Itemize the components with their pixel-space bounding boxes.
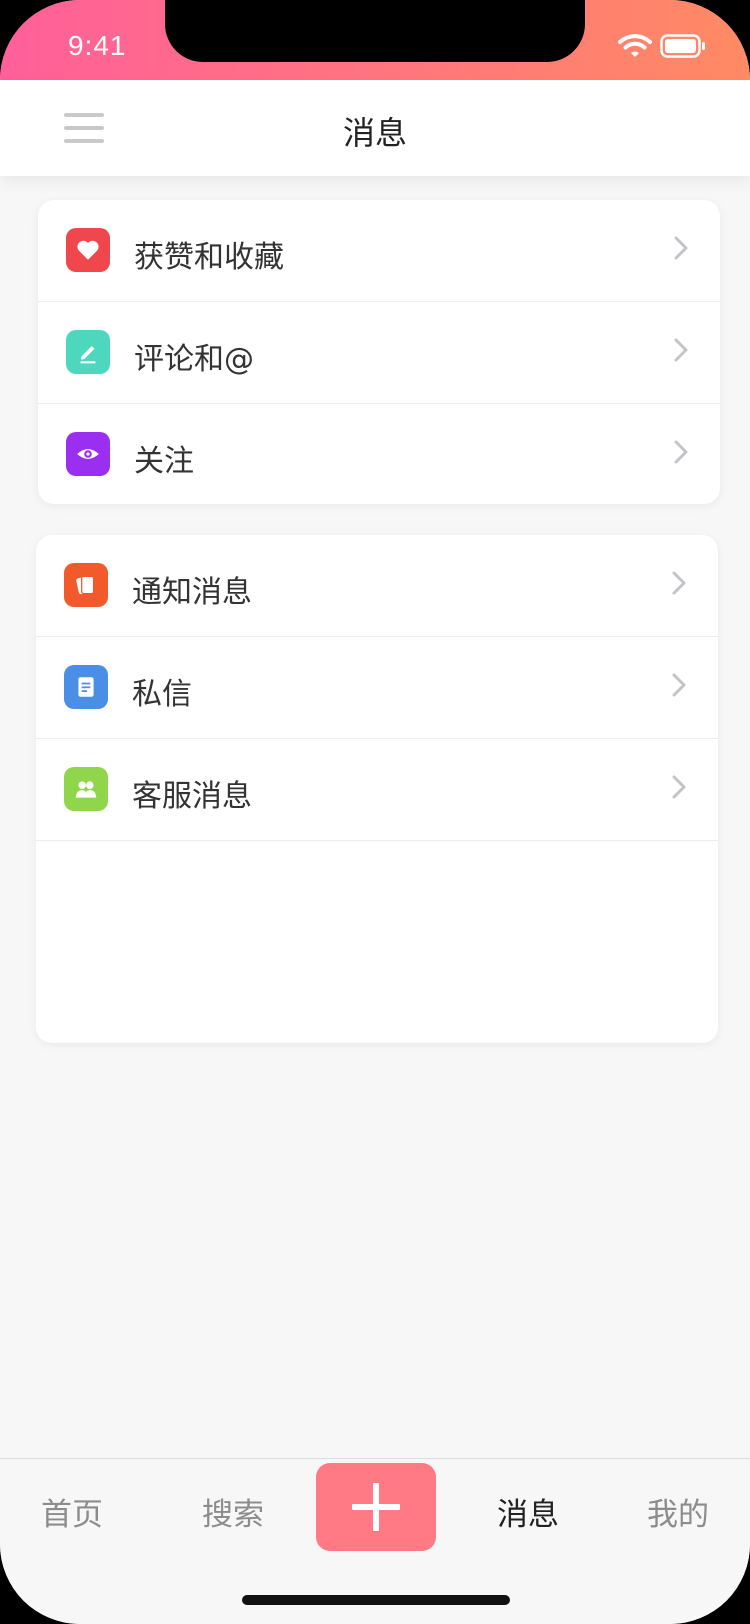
list-item-customer-service[interactable]: 客服消息 (36, 739, 718, 841)
list-item-likes-collections[interactable]: 获赞和收藏 (38, 200, 720, 302)
chevron-right-icon (672, 673, 686, 697)
list-item-label: 通知消息 (132, 575, 252, 610)
device-notch (165, 0, 585, 62)
status-time: 9:41 (68, 30, 127, 61)
page-title: 消息 (342, 114, 407, 152)
tab-home[interactable]: 首页 (17, 1489, 127, 1534)
users-icon (64, 767, 108, 811)
tab-search[interactable]: 搜索 (178, 1489, 288, 1534)
message-group-interactions: 获赞和收藏 评论和@ 关注 (38, 200, 720, 504)
chevron-right-icon (674, 236, 688, 260)
list-item-label: 客服消息 (132, 779, 252, 814)
status-bar: 9:41 (0, 0, 750, 80)
tab-me[interactable]: 我的 (623, 1489, 733, 1534)
list-item-label: 私信 (132, 677, 192, 712)
chevron-right-icon (674, 338, 688, 362)
cards-icon (64, 563, 108, 607)
list-item-label: 关注 (134, 444, 194, 479)
list-item-label: 获赞和收藏 (134, 240, 284, 275)
phone-screen: 9:41 消息 获赞和收藏 评论和@ 关注 通知消息 私信 客服消息 首页 搜索… (0, 0, 750, 1624)
message-group-system: 通知消息 私信 客服消息 (36, 535, 718, 1043)
home-indicator (242, 1595, 510, 1605)
list-item-comments-mentions[interactable]: 评论和@ (38, 302, 720, 404)
eye-icon (66, 432, 110, 476)
tab-bar: 首页 搜索 消息 我的 (0, 1458, 750, 1624)
add-post-button[interactable] (316, 1463, 436, 1551)
pencil-icon (66, 330, 110, 374)
heart-icon (66, 228, 110, 272)
navigation-header: 消息 (0, 80, 750, 176)
wifi-icon (618, 34, 652, 57)
chevron-right-icon (672, 571, 686, 595)
chevron-right-icon (674, 440, 688, 464)
plus-icon (352, 1483, 400, 1531)
document-icon (64, 665, 108, 709)
battery-icon (660, 34, 705, 58)
list-item-label: 评论和@ (134, 342, 254, 377)
list-item-follows[interactable]: 关注 (38, 404, 720, 504)
list-item-notifications[interactable]: 通知消息 (36, 535, 718, 637)
chevron-right-icon (672, 775, 686, 799)
list-item-private-messages[interactable]: 私信 (36, 637, 718, 739)
tab-messages[interactable]: 消息 (473, 1489, 583, 1534)
